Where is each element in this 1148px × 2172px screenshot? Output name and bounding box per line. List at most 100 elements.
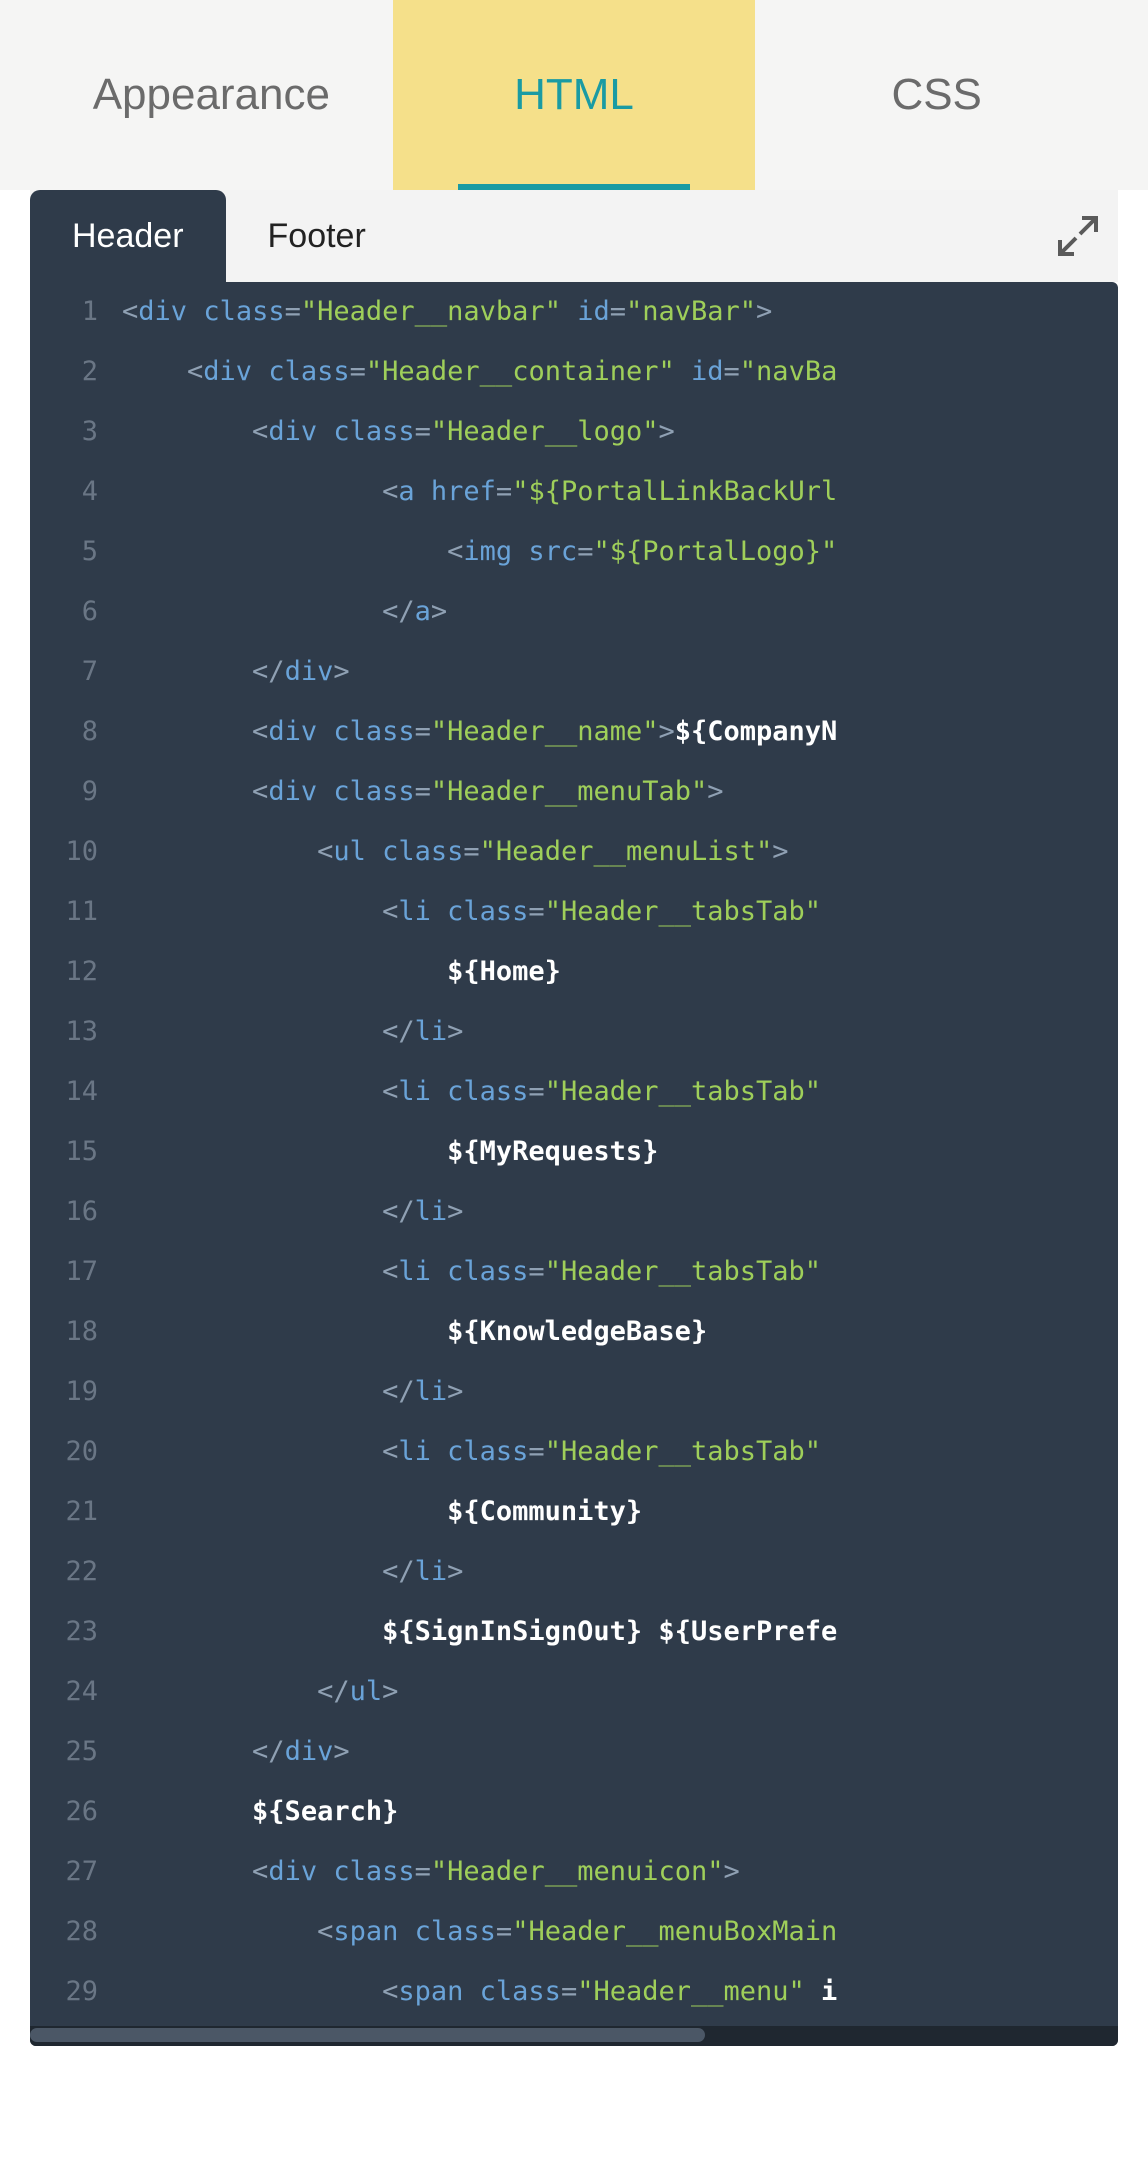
line-content[interactable]: <span class="Header__menu" i bbox=[122, 1962, 1118, 2022]
tab-css[interactable]: CSS bbox=[755, 0, 1118, 190]
line-content[interactable]: ${MyRequests} bbox=[122, 1122, 1118, 1182]
tab-appearance-label: Appearance bbox=[93, 70, 330, 120]
code-line[interactable]: 16 </li> bbox=[30, 1182, 1118, 1242]
line-content[interactable]: <ul class="Header__menuList"> bbox=[122, 822, 1118, 882]
line-content[interactable]: <div class="Header__navbar" id="navBar"> bbox=[122, 282, 1118, 342]
code-line[interactable]: 11 <li class="Header__tabsTab" bbox=[30, 882, 1118, 942]
code-line[interactable]: 14 <li class="Header__tabsTab" bbox=[30, 1062, 1118, 1122]
code-line[interactable]: 12 ${Home} bbox=[30, 942, 1118, 1002]
code-line[interactable]: 4 <a href="${PortalLinkBackUrl bbox=[30, 462, 1118, 522]
code-line[interactable]: 10 <ul class="Header__menuList"> bbox=[30, 822, 1118, 882]
line-number: 22 bbox=[30, 1542, 122, 1602]
line-number: 26 bbox=[30, 1782, 122, 1842]
line-number: 15 bbox=[30, 1122, 122, 1182]
line-content[interactable]: <div class="Header__menuTab"> bbox=[122, 762, 1118, 822]
line-number: 3 bbox=[30, 402, 122, 462]
code-line[interactable]: 28 <span class="Header__menuBoxMain bbox=[30, 1902, 1118, 1962]
code-line[interactable]: 6 </a> bbox=[30, 582, 1118, 642]
tab-html[interactable]: HTML bbox=[393, 0, 756, 190]
scrollbar-thumb[interactable] bbox=[30, 2028, 705, 2042]
line-number: 9 bbox=[30, 762, 122, 822]
code-line[interactable]: 21 ${Community} bbox=[30, 1482, 1118, 1542]
line-content[interactable]: </li> bbox=[122, 1542, 1118, 1602]
line-content[interactable]: <li class="Header__tabsTab" bbox=[122, 1062, 1118, 1122]
code-line[interactable]: 13 </li> bbox=[30, 1002, 1118, 1062]
line-number: 11 bbox=[30, 882, 122, 942]
line-number: 8 bbox=[30, 702, 122, 762]
line-content[interactable]: <div class="Header__menuicon"> bbox=[122, 1842, 1118, 1902]
line-content[interactable]: <span class="Header__menuBoxMain bbox=[122, 1902, 1118, 1962]
code-line[interactable]: 22 </li> bbox=[30, 1542, 1118, 1602]
line-content[interactable]: <div class="Header__name">${CompanyN bbox=[122, 702, 1118, 762]
line-content[interactable]: <li class="Header__tabsTab" bbox=[122, 882, 1118, 942]
code-line[interactable]: 25 </div> bbox=[30, 1722, 1118, 1782]
line-number: 17 bbox=[30, 1242, 122, 1302]
code-line[interactable]: 3 <div class="Header__logo"> bbox=[30, 402, 1118, 462]
line-number: 29 bbox=[30, 1962, 122, 2022]
line-content[interactable]: ${KnowledgeBase} bbox=[122, 1302, 1118, 1362]
code-line[interactable]: 1<div class="Header__navbar" id="navBar"… bbox=[30, 282, 1118, 342]
expand-icon[interactable] bbox=[1054, 212, 1102, 260]
code-line[interactable]: 24 </ul> bbox=[30, 1662, 1118, 1722]
code-line[interactable]: 18 ${KnowledgeBase} bbox=[30, 1302, 1118, 1362]
code-line[interactable]: 9 <div class="Header__menuTab"> bbox=[30, 762, 1118, 822]
line-content[interactable]: ${SignInSignOut} ${UserPrefe bbox=[122, 1602, 1118, 1662]
line-number: 25 bbox=[30, 1722, 122, 1782]
line-content[interactable]: <li class="Header__tabsTab" bbox=[122, 1422, 1118, 1482]
line-number: 10 bbox=[30, 822, 122, 882]
tab-appearance[interactable]: Appearance bbox=[30, 0, 393, 190]
line-content[interactable]: </li> bbox=[122, 1362, 1118, 1422]
code-line[interactable]: 5 <img src="${PortalLogo}" bbox=[30, 522, 1118, 582]
sub-tab-footer-label: Footer bbox=[268, 217, 366, 256]
code-line[interactable]: 29 <span class="Header__menu" i bbox=[30, 1962, 1118, 2022]
line-content[interactable]: </div> bbox=[122, 642, 1118, 702]
line-content[interactable]: </li> bbox=[122, 1002, 1118, 1062]
tab-html-label: HTML bbox=[514, 70, 634, 120]
line-number: 14 bbox=[30, 1062, 122, 1122]
line-number: 13 bbox=[30, 1002, 122, 1062]
line-number: 12 bbox=[30, 942, 122, 1002]
line-number: 19 bbox=[30, 1362, 122, 1422]
sub-tab-header-label: Header bbox=[72, 217, 184, 256]
sub-tab-footer[interactable]: Footer bbox=[226, 190, 408, 282]
line-content[interactable]: <div class="Header__logo"> bbox=[122, 402, 1118, 462]
line-content[interactable]: <div class="Header__container" id="navBa bbox=[122, 342, 1118, 402]
code-line[interactable]: 27 <div class="Header__menuicon"> bbox=[30, 1842, 1118, 1902]
code-line[interactable]: 2 <div class="Header__container" id="nav… bbox=[30, 342, 1118, 402]
line-number: 6 bbox=[30, 582, 122, 642]
line-number: 7 bbox=[30, 642, 122, 702]
line-number: 16 bbox=[30, 1182, 122, 1242]
line-content[interactable]: ${Search} bbox=[122, 1782, 1118, 1842]
line-number: 20 bbox=[30, 1422, 122, 1482]
line-number: 4 bbox=[30, 462, 122, 522]
code-line[interactable]: 26 ${Search} bbox=[30, 1782, 1118, 1842]
code-line[interactable]: 15 ${MyRequests} bbox=[30, 1122, 1118, 1182]
sub-tab-header[interactable]: Header bbox=[30, 190, 226, 282]
line-number: 5 bbox=[30, 522, 122, 582]
line-content[interactable]: ${Community} bbox=[122, 1482, 1118, 1542]
line-content[interactable]: <img src="${PortalLogo}" bbox=[122, 522, 1118, 582]
line-content[interactable]: </ul> bbox=[122, 1662, 1118, 1722]
top-tabs: Appearance HTML CSS bbox=[0, 0, 1148, 190]
line-content[interactable]: ${Home} bbox=[122, 942, 1118, 1002]
code-line[interactable]: 20 <li class="Header__tabsTab" bbox=[30, 1422, 1118, 1482]
line-content[interactable]: <a href="${PortalLinkBackUrl bbox=[122, 462, 1118, 522]
editor-area: Header Footer 1<div class="Header__navba… bbox=[0, 190, 1148, 2076]
code-line[interactable]: 23 ${SignInSignOut} ${UserPrefe bbox=[30, 1602, 1118, 1662]
line-content[interactable]: </li> bbox=[122, 1182, 1118, 1242]
line-number: 2 bbox=[30, 342, 122, 402]
line-number: 1 bbox=[30, 282, 122, 342]
line-number: 27 bbox=[30, 1842, 122, 1902]
horizontal-scrollbar[interactable] bbox=[30, 2026, 1118, 2046]
line-content[interactable]: <li class="Header__tabsTab" bbox=[122, 1242, 1118, 1302]
line-number: 23 bbox=[30, 1602, 122, 1662]
line-content[interactable]: </div> bbox=[122, 1722, 1118, 1782]
code-line[interactable]: 8 <div class="Header__name">${CompanyN bbox=[30, 702, 1118, 762]
code-editor[interactable]: 1<div class="Header__navbar" id="navBar"… bbox=[30, 282, 1118, 2046]
code-line[interactable]: 19 </li> bbox=[30, 1362, 1118, 1422]
code-line[interactable]: 17 <li class="Header__tabsTab" bbox=[30, 1242, 1118, 1302]
line-number: 18 bbox=[30, 1302, 122, 1362]
line-number: 28 bbox=[30, 1902, 122, 1962]
line-content[interactable]: </a> bbox=[122, 582, 1118, 642]
code-line[interactable]: 7 </div> bbox=[30, 642, 1118, 702]
